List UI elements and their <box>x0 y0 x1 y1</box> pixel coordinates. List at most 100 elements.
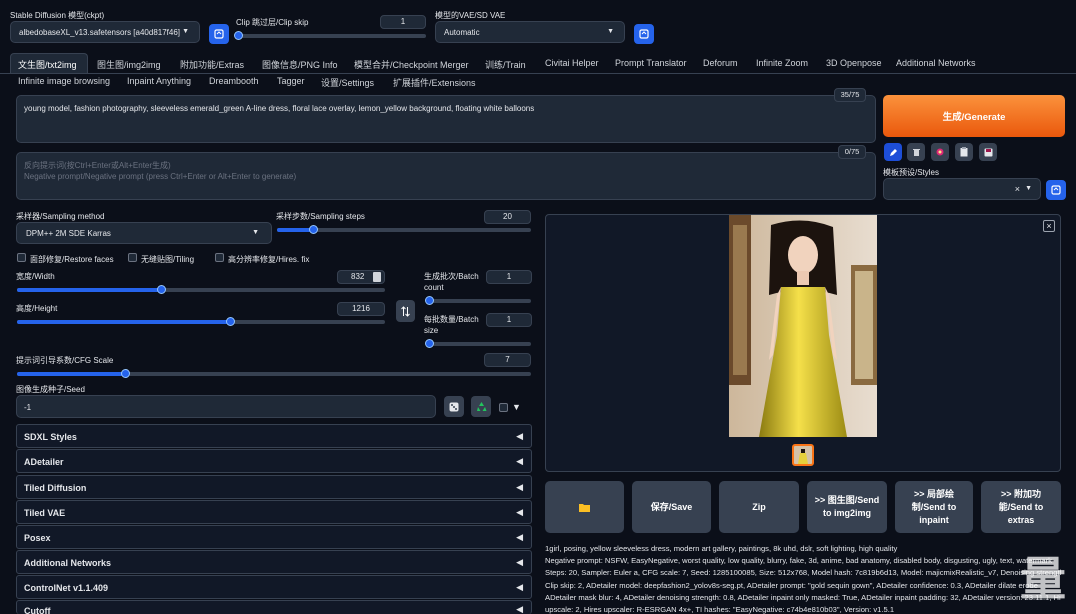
save-button[interactable]: 保存/Save <box>632 481 711 533</box>
generate-button[interactable]: 生成/Generate <box>883 95 1065 137</box>
tab-infinite-zoom[interactable]: Infinite Zoom <box>756 58 808 68</box>
hires-fix-checkbox[interactable] <box>215 253 224 262</box>
caret-left-icon: ◀ <box>516 507 523 517</box>
clipboard-icon[interactable] <box>955 143 973 161</box>
accordion-title: SDXL Styles <box>24 432 77 442</box>
open-folder-button[interactable] <box>545 481 624 533</box>
refresh-icon[interactable] <box>1046 180 1066 200</box>
sampling-method-value: DPM++ 2M SDE Karras <box>26 229 111 238</box>
width-input[interactable]: 832 <box>337 270 385 284</box>
ckpt-select[interactable]: albedobaseXL_v13.safetensors [a40d817f46… <box>10 21 200 43</box>
accordion-title: Posex <box>24 533 51 543</box>
vae-select[interactable]: Automatic ▼ <box>435 21 625 43</box>
swap-dimensions-icon[interactable] <box>396 300 415 322</box>
refresh-icon[interactable] <box>209 24 229 44</box>
extra-seed-checkbox[interactable] <box>499 403 508 412</box>
caret-left-icon: ◀ <box>516 482 523 492</box>
tab-deforum[interactable]: Deforum <box>703 58 738 68</box>
height-label: 高度/Height <box>16 304 58 313</box>
seed-input[interactable]: -1 <box>16 395 436 418</box>
sampling-steps-slider[interactable] <box>277 225 531 234</box>
info-prompt: 1girl, posing, yellow sleeveless dress, … <box>545 544 898 553</box>
tab-tagger[interactable]: Tagger <box>277 76 305 86</box>
clip-skip-input[interactable]: 1 <box>380 15 426 29</box>
ckpt-label: Stable Diffusion 模型(ckpt) <box>10 11 105 20</box>
tab-settings[interactable]: 设置/Settings <box>321 76 374 89</box>
batch-count-input[interactable]: 1 <box>486 270 532 284</box>
close-icon[interactable]: × <box>1043 220 1055 232</box>
cfg-scale-slider[interactable] <box>17 369 531 378</box>
tab-additional-networks[interactable]: Additional Networks <box>896 58 976 68</box>
restore-faces-label: 面部修复/Restore faces <box>30 255 114 264</box>
cfg-scale-label: 提示词引导系数/CFG Scale <box>16 356 114 365</box>
send-to-extras-button[interactable]: >> 附加功能/Send to extras <box>981 481 1061 533</box>
tab-inpaint-anything[interactable]: Inpaint Anything <box>127 76 191 86</box>
batch-size-input[interactable]: 1 <box>486 313 532 327</box>
sampling-method-select[interactable]: DPM++ 2M SDE Karras ▼ <box>16 222 272 244</box>
sampling-steps-input[interactable]: 20 <box>484 210 531 224</box>
gallery-thumbnail[interactable] <box>792 444 814 466</box>
tab-extras[interactable]: 附加功能/Extras <box>180 58 244 71</box>
accordion-cutoff[interactable]: Cutoff ◀ <box>16 600 532 614</box>
width-value: 832 <box>351 272 365 281</box>
width-slider[interactable] <box>17 285 385 294</box>
accordion-controlnet[interactable]: ControlNet v1.1.409 ◀ <box>16 575 532 599</box>
style-icon[interactable] <box>931 143 949 161</box>
send-to-img2img-button[interactable]: >> 图生图/Send to img2img <box>807 481 887 533</box>
seed-label: 图像生成种子/Seed <box>16 385 85 394</box>
tab-civitai-helper[interactable]: Civitai Helper <box>545 58 599 68</box>
watermark-logo: 量 <box>1020 552 1066 606</box>
accordion-title: Tiled Diffusion <box>24 483 87 493</box>
tab-txt2img[interactable]: 文生图/txt2img <box>18 58 77 71</box>
caret-left-icon: ◀ <box>516 582 523 592</box>
tiling-checkbox[interactable] <box>128 253 137 262</box>
caret-left-icon: ◀ <box>516 456 523 466</box>
trash-icon[interactable] <box>907 143 925 161</box>
styles-select[interactable]: × ▼ <box>883 178 1041 200</box>
tab-png-info[interactable]: 图像信息/PNG Info <box>262 58 338 71</box>
chevron-down-icon: ▼ <box>607 28 614 35</box>
batch-count-slider[interactable] <box>425 296 531 305</box>
negative-prompt-placeholder-en: Negative prompt/Negative prompt (press C… <box>24 172 297 181</box>
tab-prompt-translator[interactable]: Prompt Translator <box>615 58 687 68</box>
tab-dreambooth[interactable]: Dreambooth <box>209 76 259 86</box>
accordion-additional-networks[interactable]: Additional Networks ◀ <box>16 550 532 574</box>
accordion-posex[interactable]: Posex ◀ <box>16 525 532 549</box>
restore-faces-checkbox[interactable] <box>17 253 26 262</box>
extra-seed-toggle-icon[interactable]: ▼ <box>512 402 521 412</box>
save-style-icon[interactable] <box>979 143 997 161</box>
sampling-method-label: 采样器/Sampling method <box>16 212 105 221</box>
cfg-scale-input[interactable]: 7 <box>484 353 531 367</box>
tab-train[interactable]: 训练/Train <box>485 58 526 71</box>
accordion-tiled-vae[interactable]: Tiled VAE ◀ <box>16 500 532 524</box>
accordion-tiled-diffusion[interactable]: Tiled Diffusion ◀ <box>16 475 532 499</box>
spinner-icon[interactable] <box>373 272 381 282</box>
clip-skip-slider[interactable] <box>234 31 426 40</box>
tab-extensions[interactable]: 扩展插件/Extensions <box>393 76 476 89</box>
accordion-sdxl-styles[interactable]: SDXL Styles ◀ <box>16 424 532 448</box>
tab-3d-openpose[interactable]: 3D Openpose <box>826 58 882 68</box>
vae-value: Automatic <box>444 28 480 37</box>
send-to-inpaint-button[interactable]: >> 局部绘制/Send to inpaint <box>895 481 973 533</box>
prompt-token-counter: 35/75 <box>834 88 866 102</box>
zip-button[interactable]: Zip <box>719 481 799 533</box>
negative-prompt-placeholder-cn: 反向提示词(按Ctrl+Enter或Alt+Enter生成) <box>24 161 171 170</box>
height-slider[interactable] <box>17 317 385 326</box>
caret-left-icon: ◀ <box>516 604 523 614</box>
refresh-icon[interactable] <box>634 24 654 44</box>
edit-icon[interactable] <box>884 143 902 161</box>
batch-size-slider[interactable] <box>425 339 531 348</box>
recycle-icon[interactable] <box>471 396 491 417</box>
clear-icon[interactable]: × <box>1015 184 1020 194</box>
tab-infinite-image-browsing[interactable]: Infinite image browsing <box>18 76 110 86</box>
prompt-input[interactable]: young model, fashion photography, sleeve… <box>16 95 876 143</box>
tab-checkpoint-merger[interactable]: 模型合并/Checkpoint Merger <box>354 58 469 71</box>
height-input[interactable]: 1216 <box>337 302 385 316</box>
accordion-adetailer[interactable]: ADetailer ◀ <box>16 449 532 473</box>
tab-img2img[interactable]: 图生图/img2img <box>97 58 161 71</box>
negative-prompt-input[interactable]: 反向提示词(按Ctrl+Enter或Alt+Enter生成) Negative … <box>16 152 876 200</box>
accordion-title: Additional Networks <box>24 558 112 568</box>
dice-icon[interactable] <box>444 396 464 417</box>
generated-image[interactable] <box>729 215 877 437</box>
prompt-text: young model, fashion photography, sleeve… <box>24 104 535 113</box>
